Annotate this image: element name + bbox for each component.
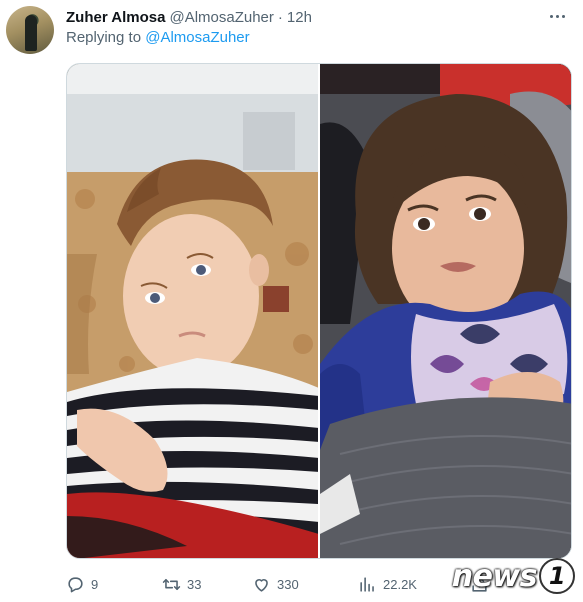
views-button[interactable]: 22.2K (358, 572, 417, 596)
retweet-count: 33 (187, 576, 202, 592)
photo-right[interactable] (318, 64, 571, 558)
watermark-badge: 1 (539, 558, 575, 594)
replying-to-label: Replying to (66, 29, 142, 46)
author-name[interactable]: Zuher Almosa (66, 9, 165, 26)
news1-watermark: news 1 (452, 556, 575, 596)
retweet-icon (162, 575, 181, 594)
photo-left[interactable] (67, 64, 318, 558)
watermark-text: news (451, 558, 538, 594)
tweet[interactable]: Zuher Almosa @AlmosaZuher · 12h Replying… (0, 0, 583, 602)
tweet-timestamp[interactable]: 12h (287, 9, 312, 26)
photo-left-image (67, 64, 318, 558)
reply-icon (66, 575, 85, 594)
author-avatar[interactable] (6, 6, 54, 54)
views-count: 22.2K (383, 576, 417, 592)
tweet-header: Zuher Almosa @AlmosaZuher · 12h (66, 7, 312, 27)
tweet-media[interactable] (66, 63, 572, 559)
separator-dot: · (277, 8, 283, 26)
like-count: 330 (277, 576, 299, 592)
replying-to: Replying to @AlmosaZuher (66, 29, 250, 46)
like-button[interactable]: 330 (252, 572, 299, 596)
retweet-button[interactable]: 33 (162, 572, 201, 596)
photo-right-image (320, 64, 571, 558)
author-handle[interactable]: @AlmosaZuher (169, 9, 273, 26)
more-options-icon[interactable] (545, 8, 569, 24)
replying-to-handle-link[interactable]: @AlmosaZuher (145, 29, 249, 46)
reply-button[interactable]: 9 (66, 572, 98, 596)
heart-icon (252, 575, 271, 594)
reply-count: 9 (91, 576, 99, 592)
views-icon (358, 575, 377, 594)
